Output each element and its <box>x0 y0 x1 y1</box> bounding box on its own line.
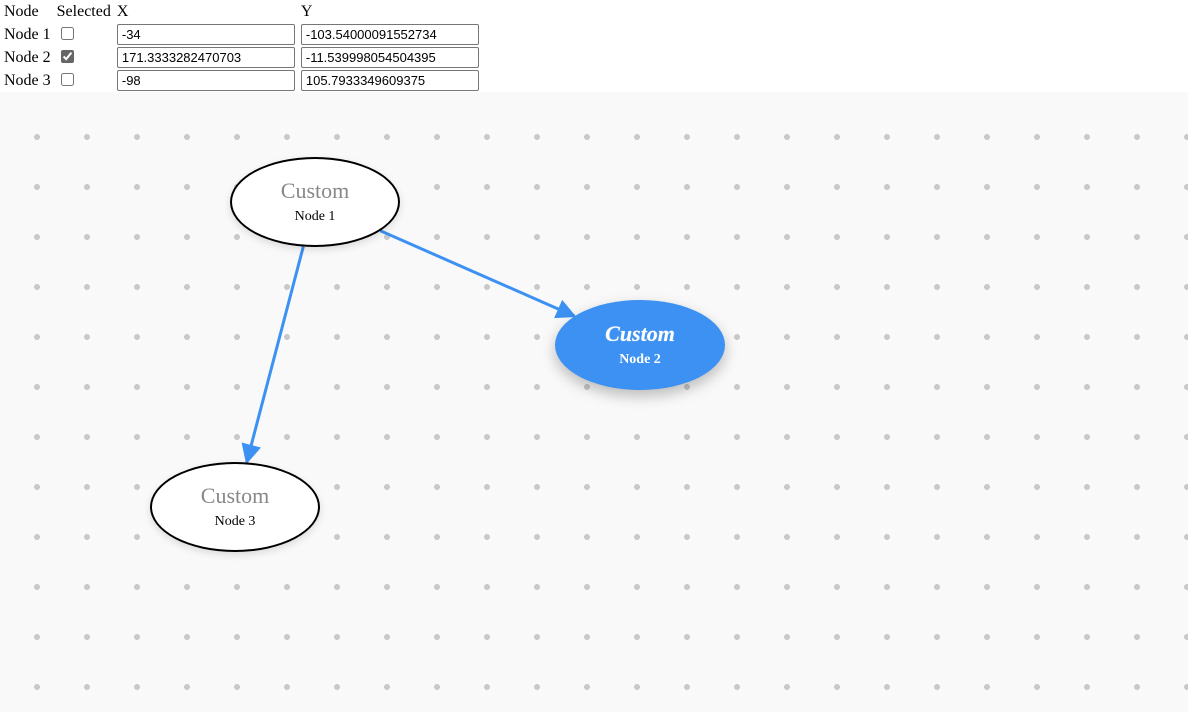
node-title: Custom <box>201 484 269 508</box>
node-title: Custom <box>605 322 675 346</box>
node-label: Node 3 <box>215 514 256 530</box>
table-row: Node 2 <box>2 46 483 69</box>
node-ellipse[interactable]: Custom Node 2 <box>555 300 725 390</box>
node-label: Node 2 <box>619 352 661 368</box>
graph-node[interactable]: Custom Node 3 <box>150 462 320 552</box>
node-ellipse[interactable]: Custom Node 3 <box>150 462 320 552</box>
node-ellipse[interactable]: Custom Node 1 <box>230 157 400 247</box>
selected-checkbox[interactable] <box>61 73 74 86</box>
graph-node[interactable]: Custom Node 1 <box>230 157 400 247</box>
node-title: Custom <box>281 179 349 203</box>
x-input[interactable] <box>117 70 295 91</box>
canvas-dot-grid <box>0 92 1188 712</box>
node-coordinates-table: Node Selected X Y Node 1 Node 2 Node 3 <box>2 2 483 92</box>
selected-checkbox[interactable] <box>61 50 74 63</box>
col-x: X <box>115 2 299 23</box>
row-label: Node 1 <box>2 23 55 46</box>
table-row: Node 1 <box>2 23 483 46</box>
graph-node[interactable]: Custom Node 2 <box>555 300 725 390</box>
y-input[interactable] <box>301 70 479 91</box>
selected-checkbox[interactable] <box>61 27 74 40</box>
y-input[interactable] <box>301 47 479 68</box>
y-input[interactable] <box>301 24 479 45</box>
col-y: Y <box>299 2 483 23</box>
node-label: Node 1 <box>295 209 336 225</box>
x-input[interactable] <box>117 24 295 45</box>
table-header-row: Node Selected X Y <box>2 2 483 23</box>
row-label: Node 3 <box>2 69 55 92</box>
x-input[interactable] <box>117 47 295 68</box>
col-node: Node <box>2 2 55 23</box>
table-row: Node 3 <box>2 69 483 92</box>
graph-canvas[interactable]: Custom Node 1 Custom Node 2 Custom Node 3 <box>0 92 1188 712</box>
row-label: Node 2 <box>2 46 55 69</box>
col-selected: Selected <box>55 2 115 23</box>
